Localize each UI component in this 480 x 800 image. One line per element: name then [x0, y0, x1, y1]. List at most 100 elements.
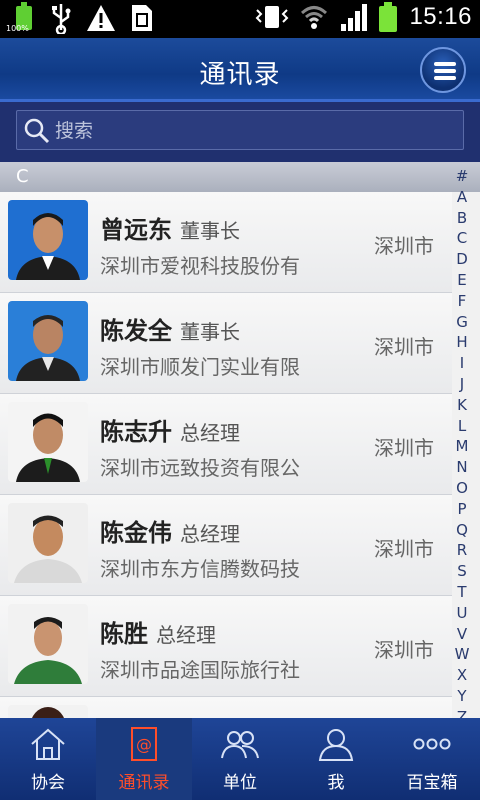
contact-company: 深圳市远致投资有限公	[100, 456, 300, 480]
group-icon	[221, 731, 259, 759]
alphabet-index-letter[interactable]: E	[457, 270, 466, 291]
bottom-tab-bar: 协会 @ 通讯录 单位 我 百宝箱	[0, 718, 480, 800]
alphabet-index-letter[interactable]: G	[456, 312, 468, 333]
tab-label: 通讯录	[118, 773, 170, 793]
title-bar: 通讯录	[0, 38, 480, 102]
alphabet-index-letter[interactable]: B	[457, 208, 467, 229]
contacts-book-icon: @	[131, 727, 157, 761]
contact-row[interactable]: 陈志升 总经理 深圳市远致投资有限公 深圳市	[0, 394, 452, 495]
alphabet-index-letter[interactable]: #	[456, 166, 469, 187]
contact-company: 深圳市东方信腾数码技	[100, 557, 300, 581]
tab-contacts[interactable]: @ 通讯录	[96, 718, 192, 800]
search-input[interactable]	[55, 117, 445, 145]
wifi-icon	[301, 6, 328, 29]
avatar	[8, 200, 88, 280]
alphabet-index[interactable]: # A B C D E F G H I J K L M N O P Q R S T U V W X Y Z	[450, 166, 474, 728]
alphabet-index-letter[interactable]: I	[460, 353, 464, 374]
contact-role: 董事长	[180, 219, 240, 243]
alphabet-index-letter[interactable]: V	[457, 624, 467, 645]
contact-city: 深圳市	[374, 335, 434, 359]
alphabet-index-letter[interactable]: M	[456, 436, 469, 457]
alphabet-index-letter[interactable]: L	[458, 416, 466, 437]
avatar	[8, 604, 88, 684]
tab-toolbox[interactable]: 百宝箱	[384, 718, 480, 800]
svg-text:@: @	[136, 735, 152, 754]
contact-name-line: 陈发全 董事长	[100, 311, 240, 346]
user-icon	[318, 729, 354, 761]
alphabet-index-letter[interactable]: O	[456, 478, 468, 499]
tab-association[interactable]: 协会	[0, 718, 96, 800]
battery-percent: 100%	[6, 24, 29, 33]
more-dots-icon	[413, 738, 451, 750]
contact-city: 深圳市	[374, 537, 434, 561]
contact-name: 陈志升	[100, 418, 172, 446]
alphabet-index-letter[interactable]: J	[460, 374, 464, 395]
alphabet-index-letter[interactable]: A	[457, 187, 467, 208]
alphabet-index-letter[interactable]: R	[457, 540, 467, 561]
alphabet-index-letter[interactable]: F	[458, 291, 467, 312]
contact-role: 董事长	[180, 320, 240, 344]
menu-button[interactable]	[420, 47, 466, 93]
contact-name-line: 陈胜 总经理	[100, 614, 216, 649]
contact-row[interactable]: 陈胜 总经理 深圳市品途国际旅行社 深圳市	[0, 596, 452, 697]
usb-icon	[52, 4, 71, 34]
avatar	[8, 301, 88, 381]
alphabet-index-letter[interactable]: K	[457, 395, 467, 416]
tab-units[interactable]: 单位	[192, 718, 288, 800]
alphabet-index-letter[interactable]: U	[457, 603, 468, 624]
page-title: 通讯录	[199, 60, 281, 90]
tab-label: 单位	[223, 773, 257, 793]
contact-name-line: 陈金伟 总经理	[100, 513, 240, 548]
contact-role: 总经理	[180, 421, 240, 445]
contact-name: 陈金伟	[100, 519, 172, 547]
contact-name-line: 陈志升 总经理	[100, 412, 240, 447]
alphabet-index-letter[interactable]: P	[457, 499, 466, 520]
alphabet-index-letter[interactable]: T	[457, 582, 466, 603]
contact-name: 陈发全	[100, 317, 172, 345]
clock: 15:16	[409, 3, 472, 30]
tab-me[interactable]: 我	[288, 718, 384, 800]
alphabet-index-letter[interactable]: D	[456, 249, 468, 270]
search-box[interactable]	[16, 110, 464, 150]
contact-row[interactable]: 陈发全 董事长 深圳市顺发门实业有限 深圳市	[0, 293, 452, 394]
warning-icon	[87, 5, 115, 31]
contact-company: 深圳市爱视科技股份有	[100, 254, 300, 278]
contact-row[interactable]: 曾远东 董事长 深圳市爱视科技股份有 深圳市	[0, 192, 452, 293]
avatar	[8, 503, 88, 583]
avatar	[8, 402, 88, 482]
contact-row[interactable]: 陈金伟 总经理 深圳市东方信腾数码技 深圳市	[0, 495, 452, 596]
tab-label: 百宝箱	[406, 773, 458, 793]
alphabet-index-letter[interactable]: S	[457, 561, 467, 582]
contact-name-line: 曾远东 董事长	[100, 210, 240, 245]
signal-strength-icon	[341, 4, 368, 31]
battery-level-icon: 100%	[6, 2, 36, 34]
alphabet-index-letter[interactable]: H	[456, 332, 467, 353]
sim-card-icon	[132, 5, 152, 31]
contact-role: 总经理	[180, 522, 240, 546]
status-bar: 100% 15:16	[0, 0, 480, 38]
alphabet-index-letter[interactable]: W	[455, 644, 470, 665]
contact-company: 深圳市顺发门实业有限	[100, 355, 300, 379]
alphabet-index-letter[interactable]: N	[456, 457, 467, 478]
tab-label: 我	[327, 773, 345, 793]
vibrate-icon	[256, 6, 289, 28]
contact-city: 深圳市	[374, 234, 434, 258]
alphabet-index-letter[interactable]: Y	[457, 686, 466, 707]
hamburger-menu-icon	[434, 62, 456, 66]
search-icon	[24, 118, 50, 144]
contact-city: 深圳市	[374, 638, 434, 662]
contact-role: 总经理	[156, 623, 216, 647]
alphabet-index-letter[interactable]: Q	[456, 520, 468, 541]
search-bar	[0, 102, 480, 162]
section-header: C	[0, 162, 480, 192]
contact-city: 深圳市	[374, 436, 434, 460]
alphabet-index-letter[interactable]: X	[457, 665, 467, 686]
alphabet-index-letter[interactable]: C	[457, 228, 467, 249]
contact-name: 曾远东	[100, 216, 172, 244]
home-icon	[31, 728, 65, 760]
battery-icon	[379, 2, 399, 32]
contact-company: 深圳市品途国际旅行社	[100, 658, 300, 682]
contact-list: 曾远东 董事长 深圳市爱视科技股份有 深圳市 陈发全 董事长 深圳市顺发门实业有限 …	[0, 192, 452, 798]
tab-label: 协会	[31, 773, 65, 793]
contact-name: 陈胜	[100, 620, 148, 648]
